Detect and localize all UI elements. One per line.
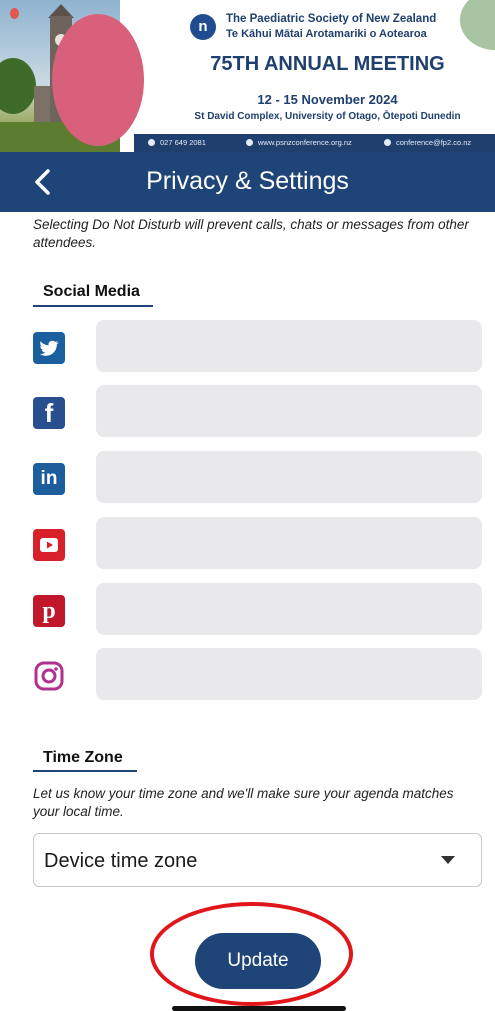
dropdown-arrow-icon (441, 856, 455, 864)
org-header: n The Paediatric Society of New Zealand … (190, 10, 450, 46)
twitter-icon (33, 332, 65, 364)
org-name: The Paediatric Society of New Zealand (226, 13, 437, 25)
email-icon (384, 139, 391, 146)
facebook-icon: f (33, 397, 65, 429)
facebook-handle-input[interactable] (96, 385, 482, 437)
youtube-handle-input[interactable] (96, 517, 482, 569)
org-name-maori: Te Kāhui Mātai Arotamariki o Aotearoa (226, 28, 427, 40)
time-zone-selected: Device time zone (44, 850, 198, 872)
youtube-icon (33, 529, 65, 561)
page-title: Privacy & Settings (146, 167, 349, 195)
linkedin-handle-input[interactable] (96, 451, 482, 503)
time-zone-heading: Time Zone (43, 749, 123, 766)
social-heading-underline (33, 305, 153, 307)
contact-email: conference@fp2.co.nz (384, 138, 471, 147)
social-media-heading: Social Media (43, 283, 140, 300)
social-row-pinterest: p (33, 583, 483, 637)
globe-icon (246, 139, 253, 146)
phone-icon (148, 139, 155, 146)
social-row-linkedin: in (33, 451, 483, 505)
conference-banner: n The Paediatric Society of New Zealand … (0, 0, 495, 152)
psnz-logo: n (190, 14, 216, 40)
social-row-facebook: f (33, 385, 483, 439)
time-zone-note: Let us know your time zone and we'll mak… (33, 786, 454, 819)
linkedin-icon: in (33, 463, 65, 495)
twitter-handle-input[interactable] (96, 320, 482, 372)
social-row-instagram (33, 648, 483, 702)
contact-phone: 027 649 2081 (148, 138, 206, 147)
update-button[interactable]: Update (195, 933, 321, 989)
nav-bar: Privacy & Settings (0, 152, 495, 212)
contact-bar: 027 649 2081 www.psnzconference.org.nz c… (134, 134, 495, 152)
intro-text: Selecting Do Not Disturb will prevent ca… (33, 217, 469, 250)
home-indicator (172, 1006, 346, 1011)
social-row-twitter (33, 320, 483, 374)
instagram-icon (33, 660, 65, 692)
pinterest-icon: p (33, 595, 65, 627)
meeting-title: 75TH ANNUAL MEETING (210, 53, 445, 75)
social-row-youtube (33, 517, 483, 571)
time-zone-heading-underline (33, 770, 137, 772)
meeting-venue: St David Complex, University of Otago, Ō… (194, 111, 461, 122)
meeting-dates: 12 - 15 November 2024 (257, 92, 398, 107)
pinterest-handle-input[interactable] (96, 583, 482, 635)
contact-website: www.psnzconference.org.nz (246, 138, 352, 147)
time-zone-select[interactable]: Device time zone (33, 833, 482, 887)
instagram-handle-input[interactable] (96, 648, 482, 700)
banner-illustration (0, 0, 150, 152)
